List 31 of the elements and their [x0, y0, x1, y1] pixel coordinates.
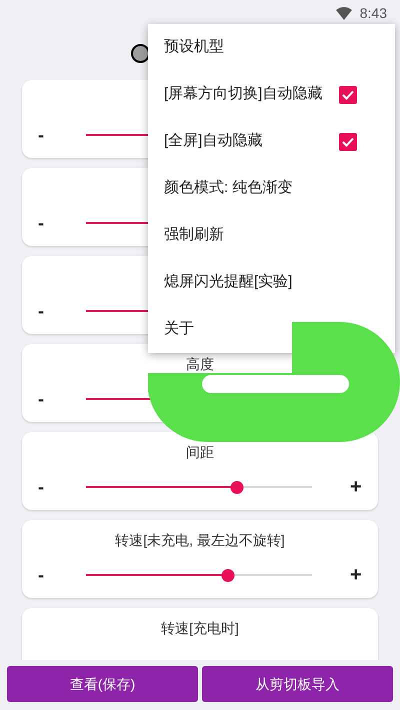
plus-button[interactable]: + [350, 560, 362, 590]
checkbox[interactable] [339, 86, 357, 104]
minus-button[interactable]: - [38, 298, 48, 324]
card-title: 转速[充电时] [161, 618, 239, 638]
minus-button[interactable]: - [38, 474, 48, 500]
menu-item[interactable]: 熄屏闪光提醒[实验] [164, 271, 292, 294]
slider-thumb[interactable] [222, 568, 235, 582]
minus-button[interactable]: - [38, 386, 48, 412]
status-time: 8:43 [360, 4, 387, 22]
wifi-icon [336, 6, 352, 20]
slider[interactable] [86, 480, 312, 494]
check-icon [342, 136, 354, 146]
plus-button[interactable]: + [350, 472, 362, 502]
menu-item[interactable]: 强制刷新 [164, 224, 224, 247]
minus-button[interactable]: - [38, 562, 48, 588]
card-title: 高度 [186, 354, 214, 374]
menu-item[interactable]: [屏幕方向切换]自动隐藏 [164, 83, 322, 106]
action-button[interactable]: 从剪切板导入 [202, 666, 393, 702]
menu-item[interactable]: 颜色模式: 纯色渐变 [164, 177, 292, 200]
menu-item[interactable]: 预设机型 [164, 36, 224, 59]
card-title: 转速[未充电, 最左边不旋转] [115, 530, 285, 550]
slider-thumb[interactable] [230, 480, 244, 494]
menu-item[interactable]: [全屏]自动隐藏 [164, 130, 262, 153]
check-icon [342, 90, 354, 100]
minus-button[interactable]: - [38, 122, 48, 148]
menu-item[interactable]: 关于 [164, 318, 194, 341]
action-button[interactable]: 查看(保存) [7, 666, 198, 702]
card-title: 间距 [186, 442, 214, 462]
checkbox[interactable] [339, 132, 357, 150]
minus-button[interactable]: - [38, 210, 48, 236]
slider[interactable] [86, 568, 312, 582]
